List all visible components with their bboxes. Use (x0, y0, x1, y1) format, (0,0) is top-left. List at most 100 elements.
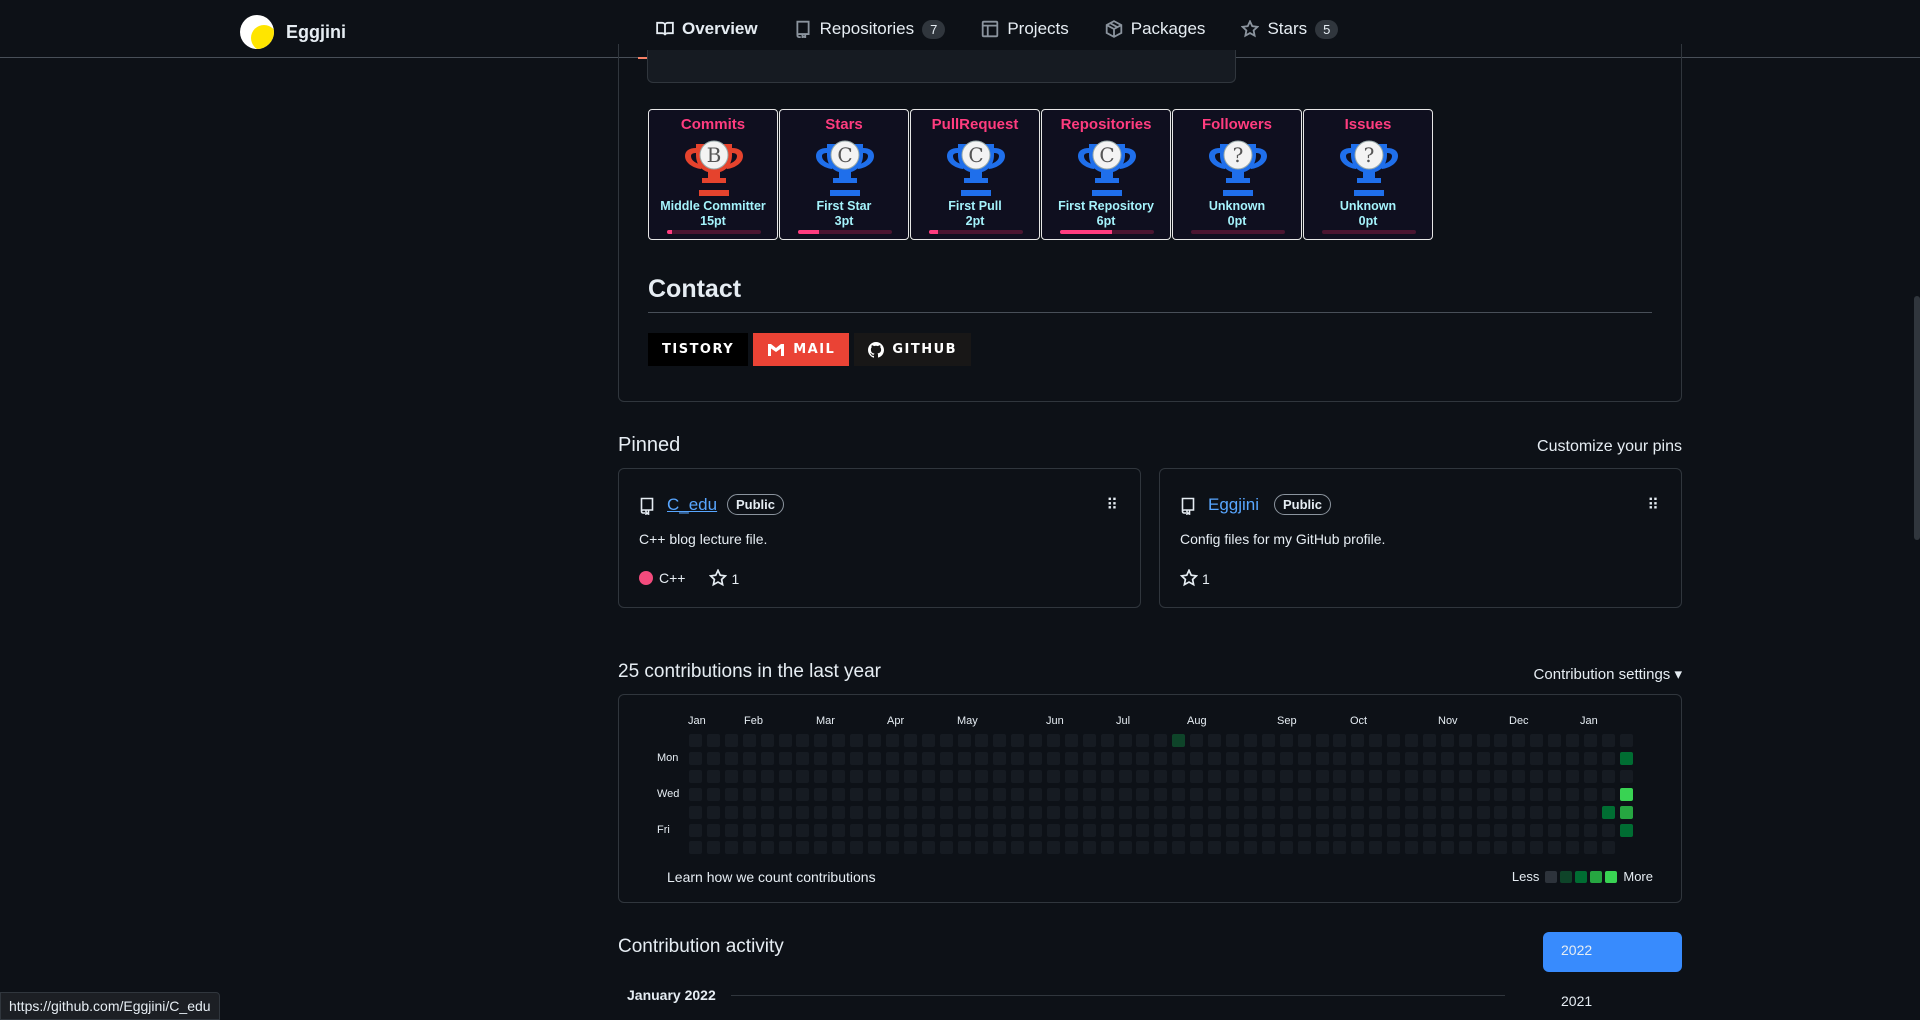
contribution-day[interactable] (868, 806, 881, 819)
contribution-day[interactable] (1441, 824, 1454, 837)
contribution-day[interactable] (958, 734, 971, 747)
contribution-day[interactable] (1494, 770, 1507, 783)
contribution-day[interactable] (1333, 734, 1346, 747)
contribution-day[interactable] (1316, 752, 1329, 765)
contribution-day[interactable] (1280, 788, 1293, 801)
contribution-day[interactable] (1369, 824, 1382, 837)
contribution-day[interactable] (779, 734, 792, 747)
contribution-day[interactable] (1280, 841, 1293, 854)
contribution-day[interactable] (725, 770, 738, 783)
contribution-day[interactable] (1512, 752, 1525, 765)
contribution-day[interactable] (1136, 841, 1149, 854)
contribution-day[interactable] (1459, 824, 1472, 837)
contribution-day[interactable] (1512, 841, 1525, 854)
contribution-day[interactable] (1316, 841, 1329, 854)
contribution-day[interactable] (761, 770, 774, 783)
contribution-day[interactable] (761, 824, 774, 837)
contribution-day[interactable] (1119, 841, 1132, 854)
contribution-day[interactable] (1512, 824, 1525, 837)
contribution-day[interactable] (940, 841, 953, 854)
contribution-day[interactable] (886, 752, 899, 765)
contribution-day[interactable] (1566, 734, 1579, 747)
contribution-day[interactable] (1047, 824, 1060, 837)
contribution-day[interactable] (1441, 752, 1454, 765)
contribution-day[interactable] (1548, 824, 1561, 837)
contribution-day[interactable] (1333, 824, 1346, 837)
contribution-day[interactable] (707, 770, 720, 783)
contribution-day[interactable] (1316, 770, 1329, 783)
contribution-day[interactable] (1298, 752, 1311, 765)
contribution-day[interactable] (796, 806, 809, 819)
contribution-day[interactable] (1047, 770, 1060, 783)
contribution-day[interactable] (868, 734, 881, 747)
contribution-day[interactable] (1530, 770, 1543, 783)
contribution-day[interactable] (1566, 752, 1579, 765)
contribution-day[interactable] (868, 788, 881, 801)
contribution-day[interactable] (814, 734, 827, 747)
contribution-day[interactable] (940, 788, 953, 801)
contribution-day[interactable] (1154, 806, 1167, 819)
contribution-day[interactable] (1065, 806, 1078, 819)
contribution-day[interactable] (1119, 752, 1132, 765)
contribution-day[interactable] (958, 752, 971, 765)
contribution-day[interactable] (1298, 824, 1311, 837)
contribution-day[interactable] (904, 752, 917, 765)
contribution-day[interactable] (1172, 841, 1185, 854)
contribution-day[interactable] (993, 788, 1006, 801)
contribution-day[interactable] (1405, 752, 1418, 765)
contribution-day[interactable] (707, 788, 720, 801)
contribution-day[interactable] (1190, 788, 1203, 801)
contribution-day[interactable] (1423, 824, 1436, 837)
contribution-day[interactable] (940, 770, 953, 783)
contribution-day[interactable] (743, 752, 756, 765)
contribution-day[interactable] (1584, 841, 1597, 854)
year-2022-button[interactable]: 2022 (1543, 932, 1682, 972)
contribution-day[interactable] (1602, 752, 1615, 765)
contribution-day[interactable] (1208, 752, 1221, 765)
contribution-day[interactable] (1477, 824, 1490, 837)
contribution-day[interactable] (1262, 806, 1275, 819)
contribution-day[interactable] (886, 734, 899, 747)
contribution-day[interactable] (1512, 788, 1525, 801)
contribution-day[interactable] (1208, 770, 1221, 783)
contribution-day[interactable] (1083, 752, 1096, 765)
contribution-day[interactable] (814, 752, 827, 765)
contribution-day[interactable] (1423, 770, 1436, 783)
contribution-day[interactable] (1351, 788, 1364, 801)
contribution-day[interactable] (886, 841, 899, 854)
contribution-day[interactable] (1530, 806, 1543, 819)
contribution-day[interactable] (1226, 734, 1239, 747)
contribution-day[interactable] (1029, 752, 1042, 765)
contribution-day[interactable] (1244, 770, 1257, 783)
contribution-day[interactable] (886, 770, 899, 783)
contribution-day[interactable] (1262, 841, 1275, 854)
contribution-day[interactable] (1262, 752, 1275, 765)
contribution-day[interactable] (1011, 734, 1024, 747)
contribution-day[interactable] (1441, 841, 1454, 854)
contribution-day[interactable] (922, 770, 935, 783)
contribution-day[interactable] (850, 734, 863, 747)
contribution-day[interactable] (1083, 841, 1096, 854)
contribution-settings-dropdown[interactable]: Contribution settings ▾ (1534, 665, 1682, 683)
contribution-day[interactable] (1190, 824, 1203, 837)
contribution-day[interactable] (850, 770, 863, 783)
contribution-day[interactable] (707, 806, 720, 819)
contribution-day[interactable] (689, 752, 702, 765)
contribution-day[interactable] (1405, 770, 1418, 783)
contribution-day[interactable] (689, 824, 702, 837)
contribution-day[interactable] (1029, 734, 1042, 747)
contribution-day[interactable] (725, 806, 738, 819)
contribution-day[interactable] (796, 824, 809, 837)
contribution-day[interactable] (922, 734, 935, 747)
drag-handle-icon[interactable]: ⠿ (1106, 495, 1118, 515)
drag-handle-icon[interactable]: ⠿ (1647, 495, 1659, 515)
contribution-day[interactable] (1172, 770, 1185, 783)
contribution-day[interactable] (1083, 788, 1096, 801)
contribution-day[interactable] (850, 788, 863, 801)
contribution-day[interactable] (725, 752, 738, 765)
contribution-day[interactable] (975, 841, 988, 854)
contribution-day[interactable] (1154, 841, 1167, 854)
contribution-day[interactable] (904, 824, 917, 837)
contribution-day[interactable] (1620, 788, 1633, 801)
contribution-day[interactable] (1602, 770, 1615, 783)
